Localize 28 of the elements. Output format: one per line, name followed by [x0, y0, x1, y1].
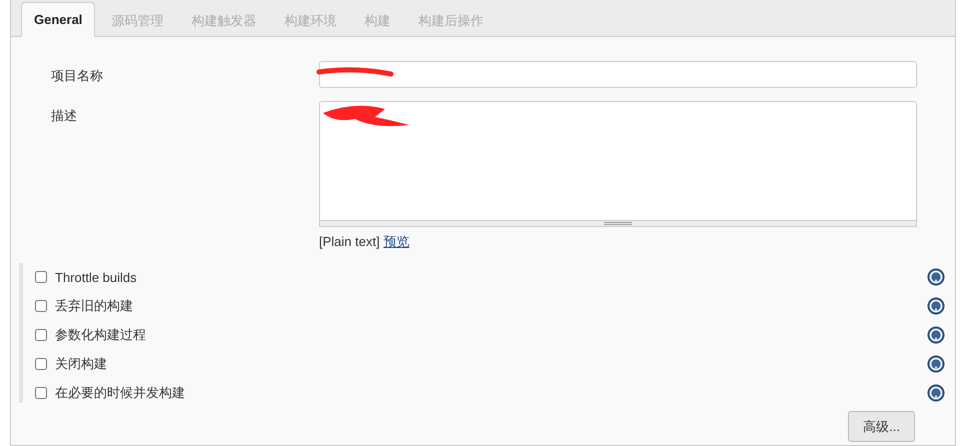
- help-icon[interactable]: [927, 297, 945, 315]
- option-label: 在必要的时候并发构建: [55, 384, 186, 402]
- help-icon[interactable]: [927, 268, 945, 286]
- help-icon[interactable]: [927, 384, 945, 402]
- option-label: 丢弃旧的构建: [55, 297, 134, 315]
- resize-handle[interactable]: [319, 221, 917, 227]
- tab[interactable]: General: [21, 2, 96, 37]
- checkbox[interactable]: [35, 329, 47, 341]
- input-field[interactable]: [319, 61, 917, 88]
- checkbox[interactable]: [35, 387, 47, 399]
- option-label: Throttle builds: [55, 270, 138, 284]
- option-label: 参数化构建过程: [55, 326, 147, 344]
- checkbox[interactable]: [35, 358, 47, 370]
- tab[interactable]: 构建: [352, 6, 402, 36]
- help-icon[interactable]: [927, 326, 945, 344]
- advanced-button[interactable]: 高级...: [848, 411, 915, 442]
- tab[interactable]: 源码管理: [99, 6, 176, 36]
- checkbox[interactable]: [35, 271, 47, 283]
- checkbox[interactable]: [35, 300, 47, 312]
- tab[interactable]: 构建环境: [272, 6, 348, 36]
- format-note: [Plain text]: [319, 234, 380, 249]
- field-label: 描述: [51, 107, 78, 125]
- tab[interactable]: 构建后操作: [406, 6, 496, 36]
- preview-link[interactable]: 预览: [383, 234, 410, 249]
- tab[interactable]: 构建触发器: [179, 6, 268, 36]
- help-icon[interactable]: [927, 355, 945, 373]
- field-label: 项目名称: [51, 67, 104, 85]
- option-label: 关闭构建: [55, 355, 108, 373]
